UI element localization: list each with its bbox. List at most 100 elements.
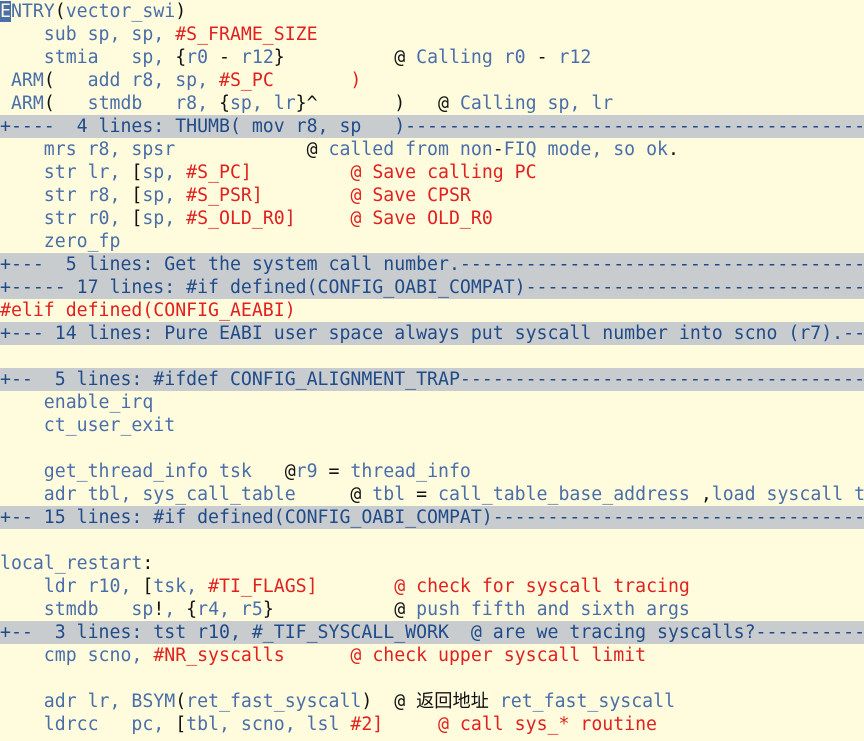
code-line[interactable]: ARM( stmdb r8, {sp, lr}^ ) @ Calling sp,…: [0, 92, 864, 115]
code-line[interactable]: adr lr, BSYM(ret_fast_syscall) @ 返回地址 re…: [0, 690, 864, 713]
code-line[interactable]: str r8, [sp, #S_PSR] @ Save CPSR: [0, 184, 864, 207]
code-line[interactable]: sub sp, sp, #S_FRAME_SIZE: [0, 23, 864, 46]
code-token: #S_PC: [219, 70, 274, 91]
code-token: (: [43, 70, 55, 91]
code-token: @ 返回地址: [394, 691, 489, 712]
code-token: vector_swi: [65, 1, 176, 22]
code-token: ldrcc pc,: [0, 714, 176, 735]
code-line[interactable]: stmdb sp!, {r4, r5} @ push fifth and six…: [0, 598, 864, 621]
code-token: adr lr, BSYM: [0, 691, 176, 712]
vim-editor[interactable]: ENTRY(vector_swi) sub sp, sp, #S_FRAME_S…: [0, 0, 864, 741]
code-token: sp,: [142, 162, 187, 183]
fold-summary-text: +-- 3 lines: tst r10, #_TIF_SYSCALL_WORK…: [0, 622, 864, 643]
fold-line[interactable]: +-- 5 lines: #ifdef CONFIG_ALIGNMENT_TRA…: [0, 368, 864, 391]
code-token: stmdb sp: [0, 599, 154, 620]
code-line[interactable]: zero_fp: [0, 230, 864, 253]
fold-line[interactable]: +-- 3 lines: tst r10, #_TIF_SYSCALL_WORK…: [0, 621, 864, 644]
code-token: ): [361, 691, 373, 712]
code-token: get_thread_info tsk: [0, 461, 285, 482]
code-token: tbl, scno, lsl: [186, 714, 351, 735]
code-token: ): [175, 1, 187, 22]
code-token: cmp scno,: [0, 645, 154, 666]
code-token: [: [142, 576, 154, 597]
code-token: zero_fp: [0, 231, 121, 252]
fold-summary-text: +-- 15 lines: #if defined(CONFIG_OABI_CO…: [0, 507, 864, 528]
code-token: :: [142, 553, 154, 574]
code-token: [: [131, 208, 143, 229]
code-line[interactable]: get_thread_info tsk @r9 = thread_info: [0, 460, 864, 483]
code-token: !: [153, 599, 165, 620]
code-line[interactable]: [0, 345, 864, 368]
code-token: ,: [700, 484, 712, 505]
code-token: [: [175, 714, 187, 735]
code-line[interactable]: adr tbl, sys_call_table @ tbl = call_tab…: [0, 483, 864, 506]
code-line[interactable]: ct_user_exit: [0, 414, 864, 437]
code-token: @: [394, 599, 406, 620]
code-token: push fifth and sixth args: [405, 599, 690, 620]
code-token: r12: [547, 47, 592, 68]
code-line[interactable]: #elif defined(CONFIG_AEABI): [0, 299, 864, 322]
code-token: r12: [229, 47, 274, 68]
code-token: -: [219, 47, 230, 68]
code-line[interactable]: enable_irq: [0, 391, 864, 414]
code-token: r9: [295, 461, 329, 482]
code-line[interactable]: ENTRY(vector_swi): [0, 0, 864, 23]
fold-summary-text: +---- 4 lines: THUMB( mov r8, sp )------…: [0, 116, 864, 137]
code-token: ret_fast_syscall: [488, 691, 676, 712]
code-token: r0: [186, 47, 220, 68]
code-token: -: [492, 139, 504, 160]
code-line[interactable]: ARM( add r8, sp, #S_PC ): [0, 69, 864, 92]
code-line[interactable]: ldr r10, [tsk, #TI_FLAGS] @ check for sy…: [0, 575, 864, 598]
code-line[interactable]: str lr, [sp, #S_PC] @ Save calling PC: [0, 161, 864, 184]
code-token: sp,: [142, 185, 187, 206]
fold-line[interactable]: +----- 17 lines: #if defined(CONFIG_OABI…: [0, 276, 864, 299]
code-token: =: [416, 484, 428, 505]
code-token: @: [306, 139, 318, 160]
fold-line[interactable]: +-- 15 lines: #if defined(CONFIG_OABI_CO…: [0, 506, 864, 529]
code-token: @: [394, 47, 406, 68]
code-line[interactable]: [0, 437, 864, 460]
code-token: str r0,: [0, 208, 132, 229]
code-token: ,: [164, 599, 187, 620]
code-line[interactable]: cmp scno, #NR_syscalls @ check upper sys…: [0, 644, 864, 667]
code-token: ): [350, 70, 362, 91]
code-token: @ check upper syscall limit: [350, 645, 647, 666]
fold-line[interactable]: +--- 5 lines: Get the system call number…: [0, 253, 864, 276]
code-line[interactable]: [0, 529, 864, 552]
fold-line[interactable]: +---- 4 lines: THUMB( mov r8, sp )------…: [0, 115, 864, 138]
fold-summary-text: +----- 17 lines: #if defined(CONFIG_OABI…: [0, 277, 864, 298]
code-line[interactable]: mrs r8, spsr @ called from non-FIQ mode,…: [0, 138, 864, 161]
code-token: ): [394, 93, 406, 114]
code-line[interactable]: ldrcc pc, [tbl, scno, lsl #2] @ call sys…: [0, 713, 864, 736]
code-token: str lr,: [0, 162, 132, 183]
code-line[interactable]: local_restart:: [0, 552, 864, 575]
code-token: call_table_base_address: [427, 484, 701, 505]
code-token: }: [273, 47, 285, 68]
code-token: ARM: [0, 93, 44, 114]
code-token: mrs r8, spsr: [0, 139, 307, 160]
code-token: (: [54, 1, 66, 22]
fold-line[interactable]: +--- 14 lines: Pure EABI user space alwa…: [0, 322, 864, 345]
code-token: local_restart: [0, 553, 143, 574]
code-token: @ call sys_* routine: [438, 714, 658, 735]
code-token: thread_info: [339, 461, 471, 482]
code-token: called from non: [317, 139, 493, 160]
code-token: #S_PC]: [186, 162, 252, 183]
code-token: [: [131, 185, 143, 206]
code-token: Calling r0: [405, 47, 537, 68]
code-line[interactable]: stmia sp, {r0 - r12} @ Calling r0 - r12: [0, 46, 864, 69]
code-token: FIQ mode, so ok: [503, 139, 668, 160]
code-token: -: [536, 47, 548, 68]
code-line[interactable]: [0, 667, 864, 690]
code-token: @ Save calling PC: [350, 162, 537, 183]
code-token: ct_user_exit: [0, 415, 176, 436]
code-token: {: [175, 47, 187, 68]
code-line[interactable]: str r0, [sp, #S_OLD_R0] @ Save OLD_R0: [0, 207, 864, 230]
